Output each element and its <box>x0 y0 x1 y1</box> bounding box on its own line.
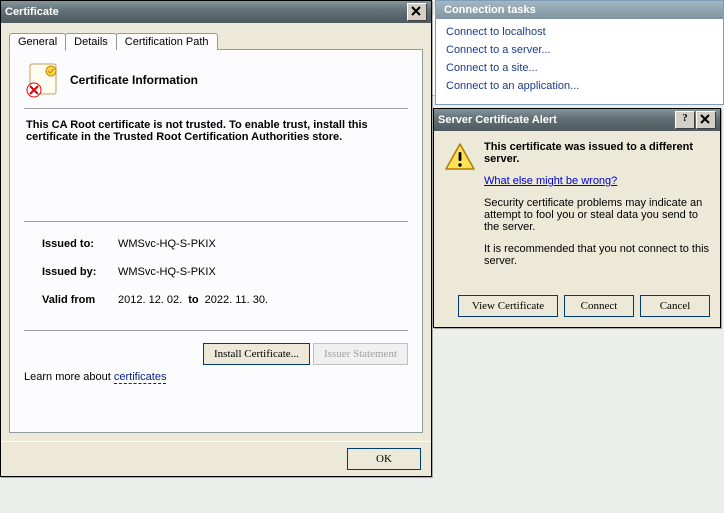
tab-general[interactable]: General <box>9 33 66 51</box>
valid-row: Valid from 2012. 12. 02. to 2022. 11. 30… <box>42 294 408 306</box>
alert-titlebar[interactable]: Server Certificate Alert ? <box>434 109 720 131</box>
alert-text-2: It is recommended that you not connect t… <box>484 243 710 267</box>
valid-from-value: 2012. 12. 02. <box>118 294 182 306</box>
alert-text-1: Security certificate problems may indica… <box>484 197 710 233</box>
alert-heading: This certificate was issued to a differe… <box>484 141 710 165</box>
issued-by-row: Issued by: WMSvc-HQ-S-PKIX <box>42 266 408 278</box>
issued-to-label: Issued to: <box>42 238 118 250</box>
divider <box>24 108 408 109</box>
cert-info-heading: Certificate Information <box>70 73 198 87</box>
certificate-error-icon <box>24 60 62 100</box>
connection-tasks-panel: Connection tasks Connect to localhost Co… <box>435 0 724 105</box>
what-else-link[interactable]: What else might be wrong? <box>484 175 617 187</box>
install-certificate-button[interactable]: Install Certificate... <box>203 343 310 365</box>
conn-localhost[interactable]: Connect to localhost <box>446 23 713 41</box>
connection-tasks-title: Connection tasks <box>436 1 723 19</box>
valid-from-label: Valid from <box>42 294 118 306</box>
issued-by-value: WMSvc-HQ-S-PKIX <box>118 266 216 278</box>
tab-general-pane: Certificate Information This CA Root cer… <box>9 49 423 433</box>
conn-site[interactable]: Connect to a site... <box>446 59 713 77</box>
connect-button[interactable]: Connect <box>564 295 634 317</box>
help-icon[interactable]: ? <box>675 111 695 129</box>
certificate-window: Certificate General Details Certificatio… <box>0 0 432 477</box>
issued-to-value: WMSvc-HQ-S-PKIX <box>118 238 216 250</box>
certificate-title: Certificate <box>5 6 406 18</box>
warning-icon <box>444 141 476 173</box>
valid-to-value: 2022. 11. 30. <box>205 294 268 306</box>
ok-button[interactable]: OK <box>347 448 421 470</box>
issued-to-row: Issued to: WMSvc-HQ-S-PKIX <box>42 238 408 250</box>
issued-by-label: Issued by: <box>42 266 118 278</box>
close-icon[interactable] <box>407 3 427 21</box>
learn-more: Learn more about certificates <box>24 371 408 383</box>
tab-certification-path[interactable]: Certification Path <box>116 33 218 50</box>
trust-warning: This CA Root certificate is not trusted.… <box>26 119 386 143</box>
close-icon[interactable] <box>696 111 716 129</box>
conn-app[interactable]: Connect to an application... <box>446 77 713 95</box>
certificates-link[interactable]: certificates <box>114 371 167 384</box>
divider <box>24 330 408 331</box>
issuer-statement-button: Issuer Statement <box>313 343 408 365</box>
cancel-button[interactable]: Cancel <box>640 295 710 317</box>
certificate-titlebar[interactable]: Certificate <box>1 1 431 23</box>
conn-server[interactable]: Connect to a server... <box>446 41 713 59</box>
divider <box>24 221 408 222</box>
view-certificate-button[interactable]: View Certificate <box>458 295 558 317</box>
tab-details[interactable]: Details <box>65 33 117 50</box>
valid-to-label: to <box>188 294 198 306</box>
tabs: General Details Certification Path <box>9 33 423 50</box>
alert-title: Server Certificate Alert <box>438 114 674 126</box>
server-certificate-alert-window: Server Certificate Alert ? This certific… <box>433 108 721 328</box>
